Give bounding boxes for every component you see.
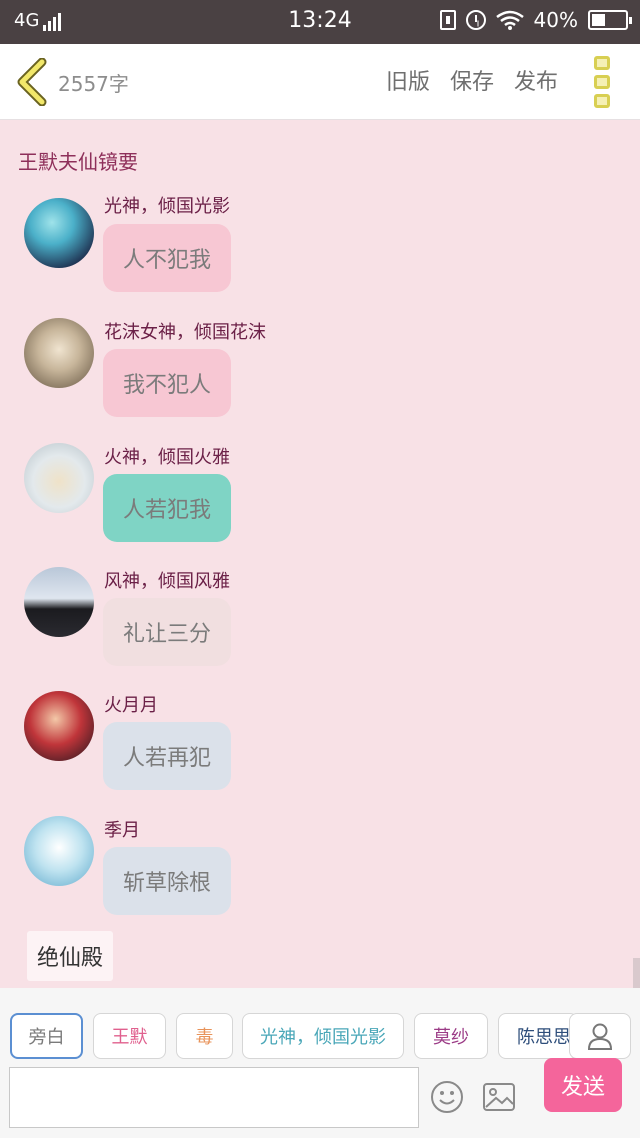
message-bubble[interactable]: 礼让三分	[103, 598, 231, 666]
sender-name: 风神，倾国风雅	[104, 571, 230, 592]
scrollbar[interactable]	[633, 958, 640, 988]
avatar[interactable]	[24, 318, 94, 388]
message-bubble[interactable]: 人不犯我	[103, 224, 231, 292]
status-icons: 40%	[439, 8, 632, 32]
chat-message: 光神，倾国光影 人不犯我	[0, 196, 640, 294]
sender-name: 季月	[104, 820, 140, 841]
image-icon[interactable]	[482, 1082, 516, 1112]
chapter-title: 王默夫仙镜要	[18, 150, 138, 174]
old-version-button[interactable]: 旧版	[386, 64, 430, 96]
word-count: 2557字	[58, 72, 129, 96]
role-chip[interactable]: 光神，倾国光影	[242, 1013, 404, 1059]
avatar[interactable]	[24, 567, 94, 637]
message-bubble[interactable]: 斩草除根	[103, 847, 231, 915]
message-bubble[interactable]: 我不犯人	[103, 349, 231, 417]
sender-name: 光神，倾国光影	[104, 196, 230, 217]
narration-block[interactable]: 绝仙殿	[27, 931, 114, 981]
message-input[interactable]	[9, 1067, 419, 1128]
emoji-icon[interactable]	[430, 1080, 464, 1114]
chat-message: 火月月 人若再犯	[0, 691, 640, 791]
chat-message: 季月 斩草除根	[0, 816, 640, 916]
message-bubble[interactable]: 人若再犯	[103, 722, 231, 790]
chat-message: 风神，倾国风雅 礼让三分	[0, 567, 640, 667]
publish-button[interactable]: 发布	[514, 64, 558, 96]
role-chip[interactable]: 毒	[176, 1013, 233, 1059]
save-button[interactable]: 保存	[450, 64, 494, 96]
sender-name: 花沫女神，倾国花沫	[104, 322, 266, 343]
role-chip[interactable]: 王默	[93, 1013, 166, 1059]
battery-icon	[588, 10, 632, 30]
sender-name: 火神，倾国火雅	[104, 447, 230, 468]
sender-name: 火月月	[104, 695, 158, 716]
editor-header: 2557字 旧版 保存 发布	[0, 44, 640, 120]
back-chevron-icon[interactable]	[14, 58, 48, 106]
person-icon	[587, 1023, 613, 1050]
role-chip-narration[interactable]: 旁白	[10, 1013, 83, 1059]
avatar[interactable]	[24, 198, 94, 268]
avatar[interactable]	[24, 443, 94, 513]
role-manage-button[interactable]	[569, 1013, 631, 1059]
status-bar: 4G 13:24 40%	[0, 0, 640, 44]
chat-message: 火神，倾国火雅 人若犯我	[0, 443, 640, 543]
avatar[interactable]	[24, 816, 94, 886]
send-button[interactable]: 发送	[544, 1058, 622, 1112]
more-menu-icon[interactable]	[594, 56, 614, 108]
composer-toolbar: 旁白 王默 毒 光神，倾国光影 莫纱 陈思思 发送	[0, 988, 640, 1138]
battery-level	[592, 14, 605, 26]
role-chip[interactable]: 莫纱	[414, 1013, 488, 1059]
chat-message: 花沫女神，倾国花沫 我不犯人	[0, 318, 640, 418]
avatar[interactable]	[24, 691, 94, 761]
battery-percent: 40%	[533, 8, 578, 32]
sim-card-icon	[439, 10, 456, 30]
message-bubble[interactable]: 人若犯我	[103, 474, 231, 542]
alarm-icon	[465, 10, 486, 30]
wifi-icon	[495, 10, 524, 30]
role-chip[interactable]: 陈思思	[498, 1013, 578, 1059]
